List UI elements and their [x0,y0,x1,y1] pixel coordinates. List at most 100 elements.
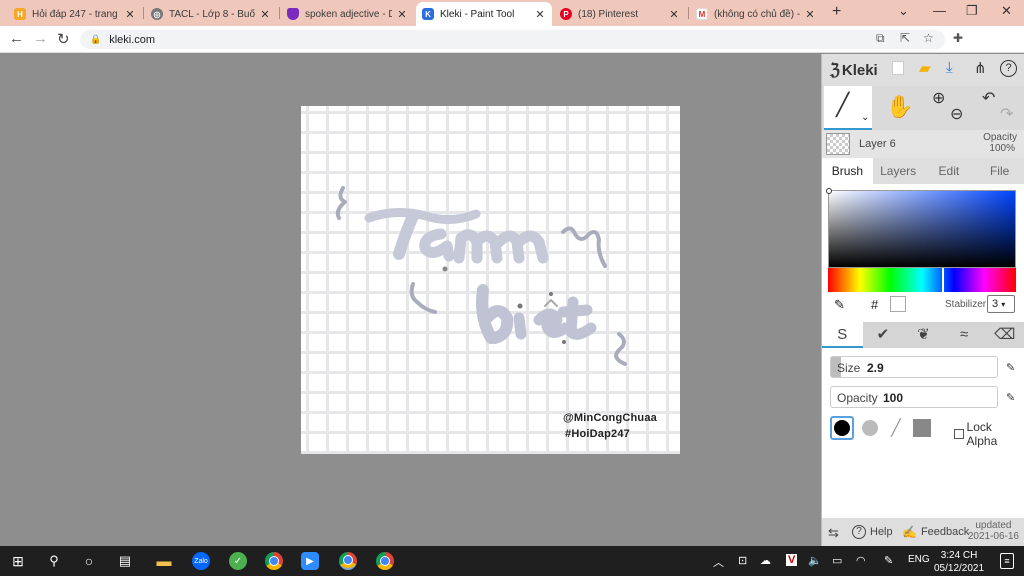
tab-search-chevron-icon[interactable]: ⌄ [898,3,909,19]
tray-chevron-icon[interactable]: ︿ [713,554,724,570]
tab-kleki[interactable]: K Kleki - Paint Tool ✕ [416,2,552,26]
tab-file[interactable]: File [974,158,1024,184]
hue-slider[interactable] [828,268,1016,292]
color-picker-handle[interactable] [826,188,832,194]
search-icon[interactable]: ⚲ [45,552,63,570]
secondary-color-swatch[interactable] [890,296,906,312]
size-slider[interactable]: Size 2.9 [830,356,998,378]
squiggle-decor [335,186,347,220]
app-green-icon[interactable]: ✓ [229,552,247,570]
size-pen-pressure-icon[interactable]: ✎ [1006,361,1015,374]
pen-icon[interactable]: ✎ [884,554,893,567]
brush-icon: ╱ [836,92,850,117]
task-view-icon[interactable]: ▤ [116,552,134,570]
minimize-icon[interactable]: — [933,3,946,18]
tab-layers[interactable]: Layers [873,158,924,184]
zoom-app-icon[interactable]: ▶ [301,552,319,570]
translate-icon[interactable]: ⧉ [876,31,885,46]
feedback-button[interactable]: ✍ Feedback [902,525,969,539]
hand-tool-icon[interactable]: ✋ [886,94,913,120]
new-tab-button[interactable]: + [832,3,841,21]
preset-soft-round[interactable] [858,416,882,440]
chrome-active-icon[interactable] [339,552,357,570]
omnibox[interactable]: 🔒 kleki.com [80,30,945,49]
help-button[interactable]: ? Help [852,525,893,539]
file-explorer-icon[interactable]: ▬ [155,552,173,570]
language-indicator[interactable]: ENG [908,554,930,565]
pen-brush-icon[interactable]: S [822,322,863,348]
close-window-icon[interactable]: ✕ [1001,3,1012,19]
wifi-icon[interactable]: ◠ [856,554,866,567]
onedrive-icon[interactable]: ☁ [760,554,771,567]
preset-hard-round[interactable] [830,416,854,440]
close-tab-icon[interactable]: ✕ [396,8,408,21]
shape-brush-icon[interactable]: ≈ [944,322,985,348]
tab-edit[interactable]: Edit [924,158,975,184]
zalo-icon[interactable]: Zalo [192,552,210,570]
globe-icon: ◎ [151,8,163,20]
open-folder-icon[interactable]: ▰ [919,59,931,77]
help-circle-icon[interactable]: ? [1000,60,1017,77]
share-icon[interactable]: ⋔ [974,59,987,77]
brush-tool-button[interactable]: ╱ ⌄ [824,86,872,130]
tray-app-icon[interactable]: ⊡ [738,554,747,567]
notifications-icon[interactable]: ≡ [1000,553,1014,569]
chrome-icon[interactable] [265,552,283,570]
bookmark-star-icon[interactable]: ☆ [923,31,934,45]
clock[interactable]: 3:24 CH 05/12/2021 [934,549,984,575]
gmail-favicon: M [696,8,708,20]
windows-start-icon[interactable]: ⊞ [9,552,27,570]
new-image-icon[interactable] [892,61,904,75]
preset-square[interactable] [910,416,934,440]
preset-pencil[interactable]: ╱ [884,416,908,440]
battery-icon[interactable]: ▭ [832,554,842,567]
chrome-profile-icon[interactable] [376,552,394,570]
lock-alpha-checkbox[interactable]: Lock Alpha [954,420,1022,448]
tab-pinterest[interactable]: P (18) Pinterest ✕ [554,2,686,26]
updated-date: 2021-06-16 [967,531,1019,542]
download-icon[interactable]: ⤓ [946,59,953,76]
eraser-icon[interactable]: ⌫ [984,322,1024,348]
tab-brush[interactable]: Brush [822,158,873,184]
redo-icon[interactable]: ↷ [1000,104,1013,124]
zoom-in-icon[interactable]: ⊕ [932,88,945,108]
opacity-pen-pressure-icon[interactable]: ✎ [1006,391,1015,404]
cortana-icon[interactable]: ○ [80,552,98,570]
blend-brush-icon[interactable]: ✔ [863,322,904,348]
swap-side-icon[interactable]: ⇆ [828,525,839,541]
stabilizer-select[interactable]: 3 ▾ [987,295,1015,313]
tab-spoken-adjective[interactable]: spoken adjective - De ✕ [281,2,414,26]
chevron-down-icon[interactable]: ⌄ [861,112,869,123]
help-circle-icon: ? [852,525,866,539]
updated-info[interactable]: updated 2021-06-16 [968,520,1019,542]
reload-icon[interactable]: ↻ [57,30,70,48]
current-layer-row[interactable]: Layer 6 Opacity 100% [822,130,1024,158]
hue-marker[interactable] [942,268,944,292]
undo-icon[interactable]: ↶ [982,88,995,108]
tab-hoidap247[interactable]: H Hỏi đáp 247 - trang tr ✕ [8,2,142,26]
close-tab-icon[interactable]: ✕ [124,8,136,21]
back-arrow-icon[interactable]: ← [9,30,24,47]
volume-icon[interactable]: 🔈 [808,554,822,567]
close-tab-icon[interactable]: ✕ [259,8,271,21]
kleki-side-panel: ℨ Kleki ▰ ⤓ ⋔ ? ╱ ⌄ ✋ ⊕ ⊖ ↶ ↷ Layer 6 Op… [821,54,1024,546]
zoom-out-icon[interactable]: ⊖ [950,104,963,124]
close-tab-icon[interactable]: ✕ [804,8,816,21]
sketchy-brush-icon[interactable]: ❦ [903,322,944,348]
tab-tacl[interactable]: ◎ TACL - Lớp 8 - Buổi 2 ✕ [145,2,277,26]
opacity-slider[interactable]: Opacity 100 [830,386,998,408]
tab-title: Hỏi đáp 247 - trang tr [32,8,120,20]
restore-icon[interactable]: ❐ [966,3,978,19]
tab-gmail[interactable]: M (không có chủ đề) - h ✕ [690,2,822,26]
hex-input-button[interactable]: # [871,297,878,312]
eyedropper-icon[interactable]: ✎ [834,297,845,313]
close-tab-icon[interactable]: ✕ [534,8,546,21]
share-icon[interactable]: ⇱ [900,31,910,45]
layer-name: Layer 6 [859,138,896,150]
extensions-puzzle-icon[interactable]: ✚ [953,31,963,45]
close-tab-icon[interactable]: ✕ [668,8,680,21]
vietkey-icon[interactable]: V [786,554,798,566]
color-saturation-picker[interactable] [826,188,1016,268]
forward-arrow-icon[interactable]: → [33,30,48,47]
drawing-canvas[interactable]: @MinCongChuaa #HoiDap247 [301,106,680,454]
